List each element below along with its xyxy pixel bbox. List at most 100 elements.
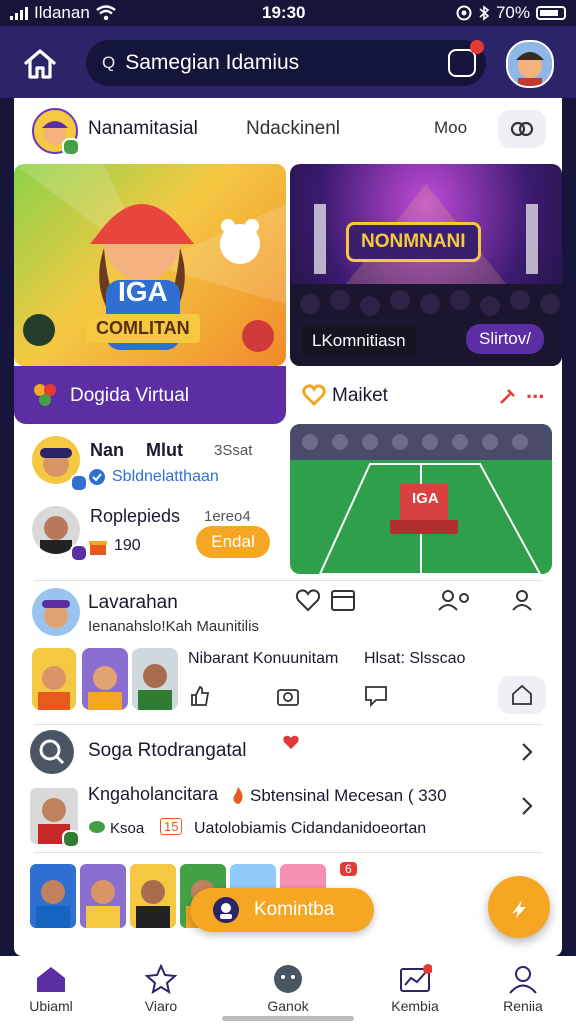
- status-badge-icon: [62, 830, 80, 848]
- verified-badge-icon: [70, 474, 88, 492]
- link-button[interactable]: [498, 110, 546, 148]
- magnifier-icon: [39, 739, 65, 765]
- like-heart-icon[interactable]: [295, 588, 321, 612]
- post-author-name: Lavarahan: [88, 592, 178, 613]
- camera-icon[interactable]: [276, 684, 300, 708]
- market-more[interactable]: ...: [526, 378, 544, 404]
- strip-count-badge: 6: [340, 862, 357, 876]
- nav-label: Ganok: [267, 998, 309, 1014]
- pin-icon[interactable]: [498, 386, 518, 406]
- nav-label: Viaro: [144, 998, 178, 1014]
- search-text: Samegian Idamius: [125, 51, 300, 74]
- battery-icon: [536, 6, 566, 20]
- gallery-face-icon: [38, 666, 70, 710]
- nav-item-messages[interactable]: Kembia: [370, 962, 460, 1018]
- heart-icon: [302, 384, 326, 406]
- gift-icon: [89, 541, 107, 555]
- quick-action-button[interactable]: [488, 876, 550, 938]
- profile-name: Nanamitasial: [88, 118, 198, 139]
- main-content: Nanamitasial Ndackinenl Moo IGA COMLITAN: [14, 98, 562, 956]
- heart-red-icon: [283, 735, 299, 749]
- thumbs-up-icon[interactable]: [188, 684, 212, 708]
- gallery-avatar-1[interactable]: [32, 648, 76, 710]
- app-header: Q Samegian Idamius: [0, 26, 576, 98]
- author-face-icon: [42, 600, 70, 628]
- friend-subtitle: Sbldnelatthaan: [112, 468, 219, 485]
- home-button[interactable]: [20, 46, 60, 82]
- wifi-icon: [96, 5, 116, 21]
- puzzle-icon: [34, 384, 56, 406]
- chart-icon: [400, 964, 432, 992]
- virtual-section-tab[interactable]: Dogida Virtual: [14, 366, 286, 424]
- user-avatar[interactable]: [506, 40, 554, 88]
- home-share-icon: [512, 684, 532, 705]
- post-headline: Nibarant Konuunitam: [188, 650, 339, 667]
- profile-row: Nanamitasial Ndackinenl Moo: [14, 98, 562, 160]
- status-bar: Ildanan 19:30 70%: [0, 0, 576, 26]
- bottom-nav: Ubiaml Viaro Ganok Kembia Reniia: [0, 956, 576, 1024]
- friend-time: 3Ssat: [214, 442, 253, 459]
- friend-2-name: Roplepieds: [90, 506, 181, 526]
- nav-item-profile[interactable]: Reniia: [478, 962, 568, 1018]
- check-icon: [89, 469, 105, 485]
- carrier-label: Ildanan: [34, 3, 90, 22]
- chevron-right-icon[interactable]: [520, 796, 534, 816]
- strip-face-icon: [36, 880, 70, 928]
- list-item-2-desc: Sbtensinal Mecesan ( 330: [250, 786, 447, 805]
- gallery-face-icon: [138, 664, 172, 710]
- group-icon[interactable]: [436, 588, 476, 612]
- calendar-icon[interactable]: [330, 588, 356, 612]
- home-indicator: [222, 1016, 354, 1021]
- list-item-label[interactable]: Soga Rtodrangatal: [88, 740, 246, 762]
- list-item-2-tag2: Uatolobiamis Cidandanidoeortan: [194, 820, 427, 837]
- friend-2-button[interactable]: Endal: [196, 526, 270, 558]
- notification-dot-icon: [470, 40, 484, 54]
- home-icon: [37, 967, 65, 992]
- nav-item-games[interactable]: Ganok: [243, 962, 333, 1018]
- event-card[interactable]: NONMNANI LKomnitiasn Slirtov/: [290, 164, 562, 366]
- community-label: Komintba: [254, 899, 335, 920]
- home-icon: [24, 49, 56, 79]
- nav-item-favorites[interactable]: Viaro: [116, 962, 206, 1018]
- avatar-face-icon: [508, 42, 552, 86]
- chat-bubble-icon: [89, 821, 105, 833]
- list-search-icon[interactable]: [30, 730, 74, 774]
- gallery-avatar-2[interactable]: [82, 648, 128, 710]
- friend-extra: Mlut: [146, 440, 183, 460]
- arena-card[interactable]: IGA: [290, 424, 552, 574]
- list-item-2-label[interactable]: Kngaholancitara: [88, 784, 218, 805]
- post-author-avatar[interactable]: [32, 588, 80, 636]
- battery-percent: 70%: [495, 3, 530, 22]
- profile-icon[interactable]: [510, 588, 534, 612]
- event-join-button[interactable]: Slirtov/: [466, 324, 544, 354]
- link-icon: [510, 121, 534, 137]
- game-card-banner: COMLITAN: [86, 314, 200, 343]
- post-headline-tail: Hlsat: Slsscao: [364, 650, 466, 667]
- event-label: LKomnitiasn: [302, 326, 416, 356]
- stage-sign: NONMNANI: [346, 222, 481, 262]
- nav-item-home[interactable]: Ubiaml: [6, 962, 96, 1018]
- game-card[interactable]: IGA COMLITAN: [14, 164, 286, 366]
- community-button[interactable]: Komintba: [190, 888, 374, 932]
- divider: [34, 852, 542, 853]
- share-button[interactable]: [498, 676, 546, 714]
- profile-subtitle: Ndackinenl: [246, 118, 340, 139]
- gallery-avatar-3[interactable]: [132, 648, 178, 710]
- strip-avatar-1[interactable]: [30, 864, 76, 928]
- chevron-right-icon[interactable]: [520, 742, 534, 762]
- list-item-2-tagnum: 15: [160, 818, 183, 835]
- search-bar[interactable]: Q Samegian Idamius: [86, 40, 486, 86]
- search-icon: Q: [102, 53, 116, 72]
- comment-icon[interactable]: [364, 684, 388, 708]
- notification-button[interactable]: [448, 49, 476, 77]
- strip-avatar-2[interactable]: [80, 864, 126, 928]
- strip-avatar-3[interactable]: [130, 864, 176, 928]
- nav-label: Reniia: [503, 998, 543, 1014]
- game-controller-icon: [274, 965, 302, 993]
- post-author-sub: Ienanahslo!Kah Maunitilis: [88, 618, 259, 635]
- community-icon: [213, 897, 239, 923]
- bluetooth-icon: [479, 5, 490, 21]
- market-label[interactable]: Maiket: [332, 385, 388, 407]
- profile-more[interactable]: Moo: [434, 118, 467, 138]
- friend-2-time: 1ereo4: [204, 508, 251, 525]
